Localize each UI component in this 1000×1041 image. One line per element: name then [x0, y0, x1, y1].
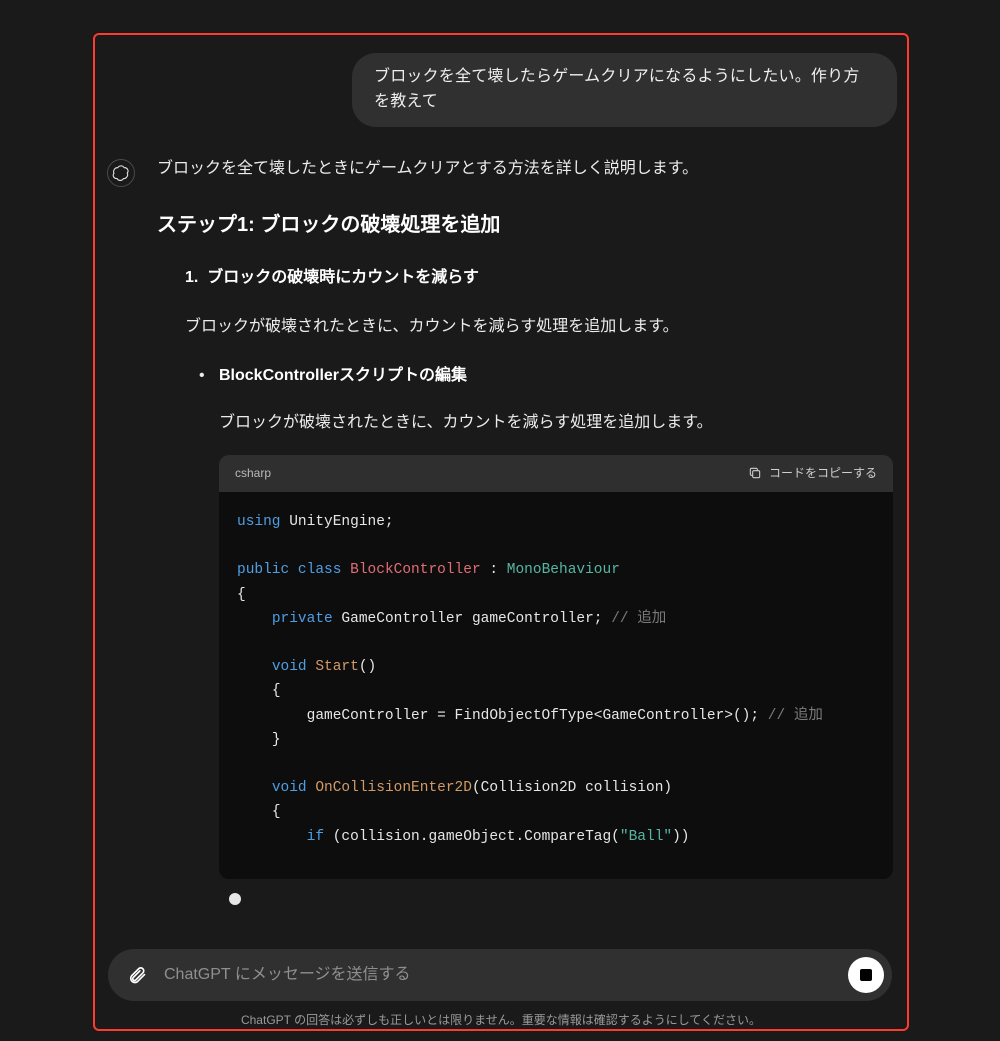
highlight-frame [93, 33, 909, 1031]
